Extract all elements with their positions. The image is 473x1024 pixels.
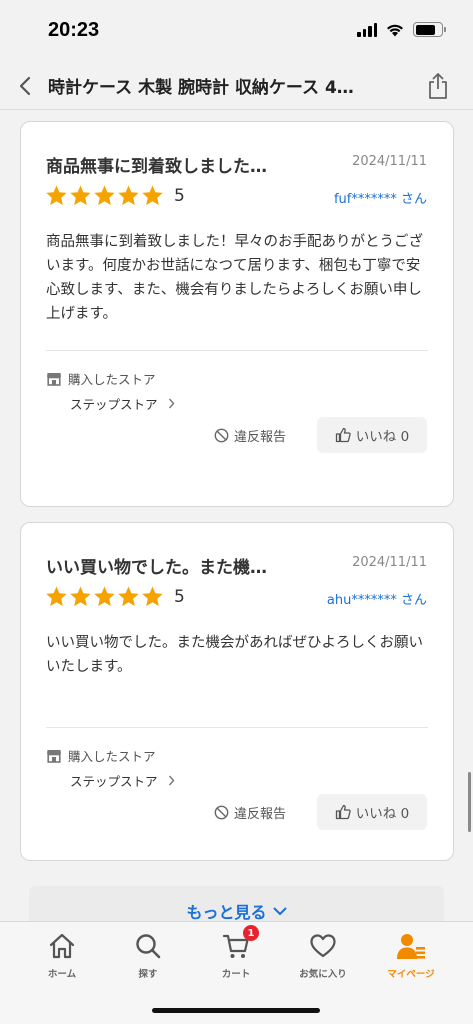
thumbs-up-icon (335, 427, 351, 443)
star-icon (70, 185, 91, 206)
like-button[interactable]: いいね 0 (317, 417, 427, 453)
tab-mypage[interactable]: マイページ (366, 930, 456, 986)
status-icons (357, 22, 446, 37)
like-label: いいね 0 (355, 806, 410, 822)
scroll-indicator[interactable] (468, 772, 471, 832)
prohibited-icon (214, 428, 229, 442)
store-label-text: 購入したストア (68, 372, 156, 387)
tab-label: 探す (138, 969, 158, 980)
star-rating (45, 585, 164, 608)
tab-search[interactable]: 探す (103, 930, 193, 986)
tab-bar: ホーム 探す 1 カート お気に入り マイページ (0, 921, 473, 1024)
chevron-down-icon (273, 907, 286, 915)
like-label: いいね 0 (355, 429, 410, 445)
store-label-text: 購入したストア (68, 749, 156, 764)
star-icon (46, 586, 67, 607)
page-title: 時計ケース 木製 腕時計 収納ケース 4… (48, 78, 354, 98)
prohibited-icon (214, 805, 229, 819)
thumbs-up-icon (335, 804, 351, 820)
back-button[interactable] (2, 62, 48, 110)
star-icon (142, 586, 163, 607)
review-body: いい買い物でした。また機会があればぜひよろしくお願いいたします。 (46, 635, 423, 675)
status-time: 20:23 (48, 19, 100, 41)
review-title[interactable]: いい買い物でした。また機… (46, 553, 311, 578)
review-body: 商品無事に到着致しました！早々のお手配ありがとうございます。何度かお世話になつて… (46, 234, 423, 322)
store-label: 購入したストア (46, 746, 156, 765)
tab-cart[interactable]: 1 カート (191, 925, 281, 986)
report-button[interactable]: 違反報告 (214, 417, 286, 453)
reviewer-name[interactable]: fuf******* さん (334, 188, 427, 207)
tab-label: マイページ (387, 969, 435, 980)
report-label: 違反報告 (234, 429, 287, 445)
nav-header: 時計ケース 木製 腕時計 収納ケース 4… (0, 62, 473, 110)
store-icon (47, 372, 61, 386)
review-card: 商品無事に到着致しました… 2024/11/11 5 fuf******* さん… (20, 121, 454, 507)
heart-icon (310, 934, 336, 958)
store-icon (47, 749, 61, 763)
star-icon (142, 185, 163, 206)
chevron-right-icon (168, 775, 174, 786)
star-icon (118, 586, 139, 607)
tab-home[interactable]: ホーム (17, 930, 107, 986)
wifi-icon (387, 24, 403, 37)
star-icon (46, 185, 67, 206)
tab-label: ホーム (47, 969, 77, 980)
cart-badge: 1 (243, 925, 259, 941)
search-icon (136, 934, 161, 959)
cellular-signal-icon (357, 22, 377, 37)
star-icon (94, 586, 115, 607)
share-button[interactable] (423, 70, 453, 102)
review-date: 2024/11/11 (352, 154, 427, 169)
report-label: 違反報告 (234, 806, 287, 822)
tab-favorites[interactable]: お気に入り (278, 930, 368, 986)
tab-label: お気に入り (299, 969, 347, 980)
star-icon (94, 185, 115, 206)
home-icon (49, 933, 75, 959)
battery-icon (413, 22, 446, 37)
rating-value: 5 (174, 186, 185, 206)
like-button[interactable]: いいね 0 (317, 794, 427, 830)
review-list[interactable]: 商品無事に到着致しました… 2024/11/11 5 fuf******* さん… (0, 111, 473, 921)
review-title[interactable]: 商品無事に到着致しました… (46, 152, 311, 177)
home-indicator (152, 1008, 320, 1013)
chevron-right-icon (168, 398, 174, 409)
reviewer-name[interactable]: ahu******* さん (327, 589, 427, 608)
review-date: 2024/11/11 (352, 555, 427, 570)
rating-value: 5 (174, 587, 185, 607)
star-icon (70, 586, 91, 607)
store-label: 購入したストア (46, 369, 156, 388)
star-icon (118, 185, 139, 206)
review-card: いい買い物でした。また機… 2024/11/11 5 ahu******* さん… (20, 522, 454, 861)
share-icon (429, 73, 447, 99)
report-button[interactable]: 違反報告 (214, 794, 286, 830)
status-bar: 20:23 (0, 0, 473, 62)
star-rating (45, 184, 164, 207)
tab-label: カート (221, 969, 251, 980)
chevron-left-icon (19, 76, 31, 95)
person-icon (397, 934, 425, 959)
show-more-label: もっと見る (186, 903, 267, 921)
show-more-button[interactable]: もっと見る (29, 886, 444, 921)
